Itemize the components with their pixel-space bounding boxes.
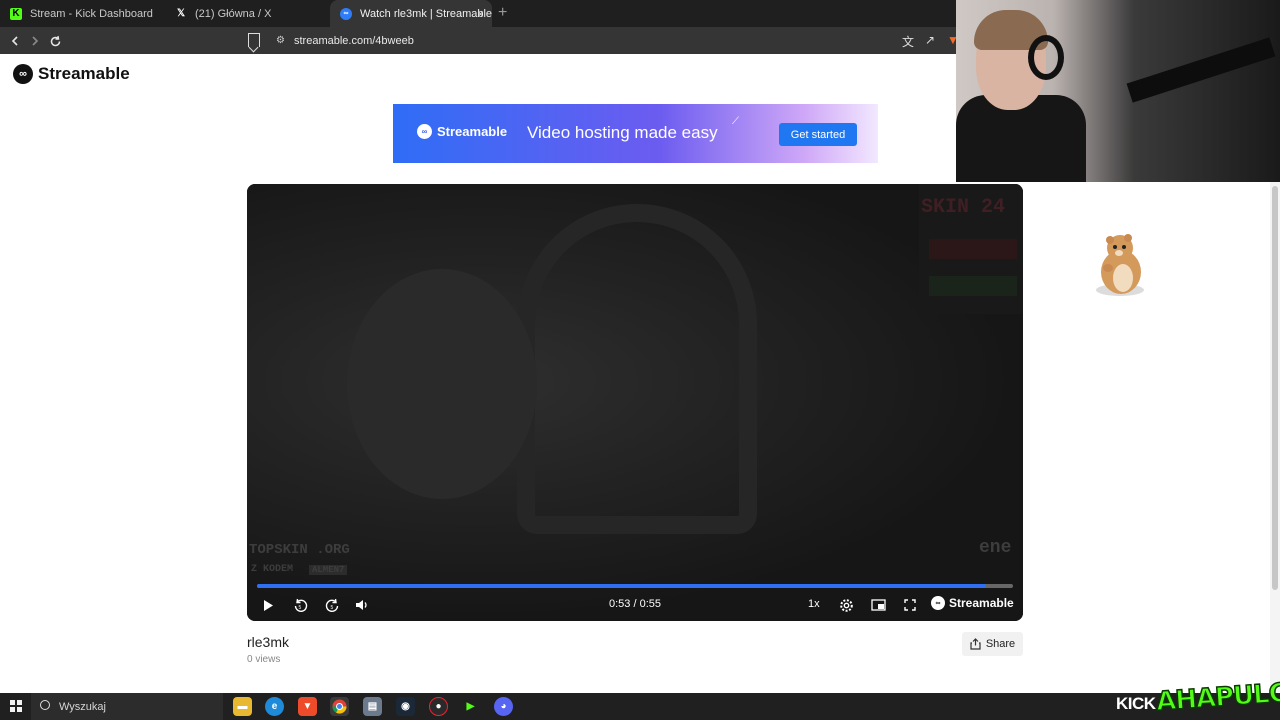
webcam-overlay (956, 0, 1280, 182)
chrome-icon[interactable] (330, 697, 349, 716)
video-frame[interactable]: SKIN 24 TOPSKIN .ORG Z KODEM ALMEN7 ene (247, 184, 1023, 621)
video-player[interactable]: SKIN 24 TOPSKIN .ORG Z KODEM ALMEN7 ene … (247, 184, 1023, 621)
streamable-logo-icon: ∞ (13, 64, 33, 84)
app-icon[interactable]: ▤ (363, 697, 382, 716)
back-icon[interactable] (5, 31, 25, 51)
search-icon (40, 700, 50, 710)
streamlabs-icon[interactable]: ▶ (461, 697, 480, 716)
translate-icon[interactable]: 文 (902, 33, 914, 50)
obs-icon[interactable]: ● (429, 697, 448, 716)
site-info-icon[interactable]: ⚙ (276, 35, 287, 46)
scrollbar-thumb[interactable] (1272, 186, 1278, 590)
progress-bar[interactable] (257, 584, 1013, 588)
share-button[interactable]: Share (962, 632, 1023, 656)
streamable-logo[interactable]: ∞ Streamable (13, 64, 130, 84)
hamster-sticker (1096, 234, 1144, 296)
overlay-text-top: SKIN 24 (921, 196, 1006, 219)
overlay-green-box (929, 276, 1017, 296)
picture-in-picture-icon[interactable] (869, 596, 887, 614)
share-label: Share (985, 638, 1016, 650)
fullscreen-icon[interactable] (901, 596, 919, 614)
tab-label: Watch rle3mk | Streamable (360, 7, 492, 20)
chair-shape (517, 204, 757, 534)
video-title: rle3mk (247, 634, 290, 650)
tab-label: (21) Główna / X (195, 7, 272, 20)
banner-brand: Streamable (437, 124, 508, 139)
streamable-icon: ∞ (340, 7, 352, 20)
settings-gear-icon[interactable] (837, 596, 855, 614)
discord-icon[interactable]: ◕ (494, 697, 513, 716)
promo-banner[interactable]: ∞ Streamable Video hosting made easy ⟋ G… (393, 104, 878, 163)
banner-tagline: Video hosting made easy (527, 123, 718, 142)
bookmark-icon[interactable] (248, 33, 260, 47)
overlay-kod: Z KODEM (251, 564, 294, 575)
overlay-red-box (929, 239, 1017, 259)
brave-icon[interactable]: ▼ (298, 697, 317, 716)
steam-icon[interactable]: ◉ (396, 697, 415, 716)
stream-overlay: SKIN 24 (919, 184, 1023, 314)
windows-start-icon[interactable] (10, 700, 22, 712)
file-explorer-icon[interactable]: ▬ (233, 697, 252, 716)
tab-x[interactable]: 𝕏 (21) Główna / X (165, 0, 330, 27)
banner-logo: ∞ Streamable (417, 124, 507, 139)
tab-kick-dashboard[interactable]: K Stream - Kick Dashboard (0, 0, 165, 27)
page-scrollbar[interactable] (1270, 182, 1280, 692)
headphones-shape (1028, 35, 1064, 80)
player-brand-label: Streamable (949, 596, 1014, 610)
url-field[interactable]: ⚙ streamable.com/4bweeb (268, 30, 968, 51)
streamer-shape (347, 269, 537, 499)
url-text: streamable.com/4bweeb (294, 34, 414, 47)
tab-label: Stream - Kick Dashboard (30, 7, 153, 20)
player-brand[interactable]: ∞ Streamable (931, 596, 1014, 610)
edge-icon[interactable]: e (265, 697, 284, 716)
share-icon (970, 638, 981, 650)
get-started-button[interactable]: Get started (779, 123, 857, 146)
overlay-code: ALMEN7 (309, 565, 348, 575)
search-placeholder: Wyszukaj (59, 700, 106, 713)
tab-streamable[interactable]: ∞ Watch rle3mk | Streamable × (330, 0, 492, 27)
share-page-icon[interactable]: ↗ (925, 33, 935, 47)
kick-icon: K (10, 7, 22, 20)
banner-logo-icon: ∞ (417, 124, 432, 139)
view-count: 0 views (247, 654, 281, 665)
overlay-enel: ene (979, 538, 1012, 558)
new-tab-button[interactable]: + (498, 4, 507, 22)
progress-fill (257, 584, 986, 588)
reload-icon[interactable] (45, 31, 65, 51)
forward-icon[interactable] (25, 31, 45, 51)
close-tab-icon[interactable]: × (477, 7, 484, 21)
player-brand-icon: ∞ (931, 596, 945, 610)
playback-speed-button[interactable]: 1x (808, 598, 820, 610)
taskbar-search[interactable]: Wyszukaj (31, 693, 223, 720)
sparkle-icon: ⟋ (732, 116, 739, 127)
player-controls: 5 5 0:53 / 0:55 1x ∞ Streamable (247, 592, 1023, 618)
windows-taskbar: Wyszukaj ▬ e ▼ ▤ ◉ ● ▶ ◕ (0, 693, 1280, 720)
x-icon: 𝕏 (176, 8, 186, 19)
kick-watermark: KICK (1116, 694, 1156, 713)
overlay-topskin: TOPSKIN .ORG (249, 542, 350, 558)
logo-text: Streamable (38, 64, 130, 83)
